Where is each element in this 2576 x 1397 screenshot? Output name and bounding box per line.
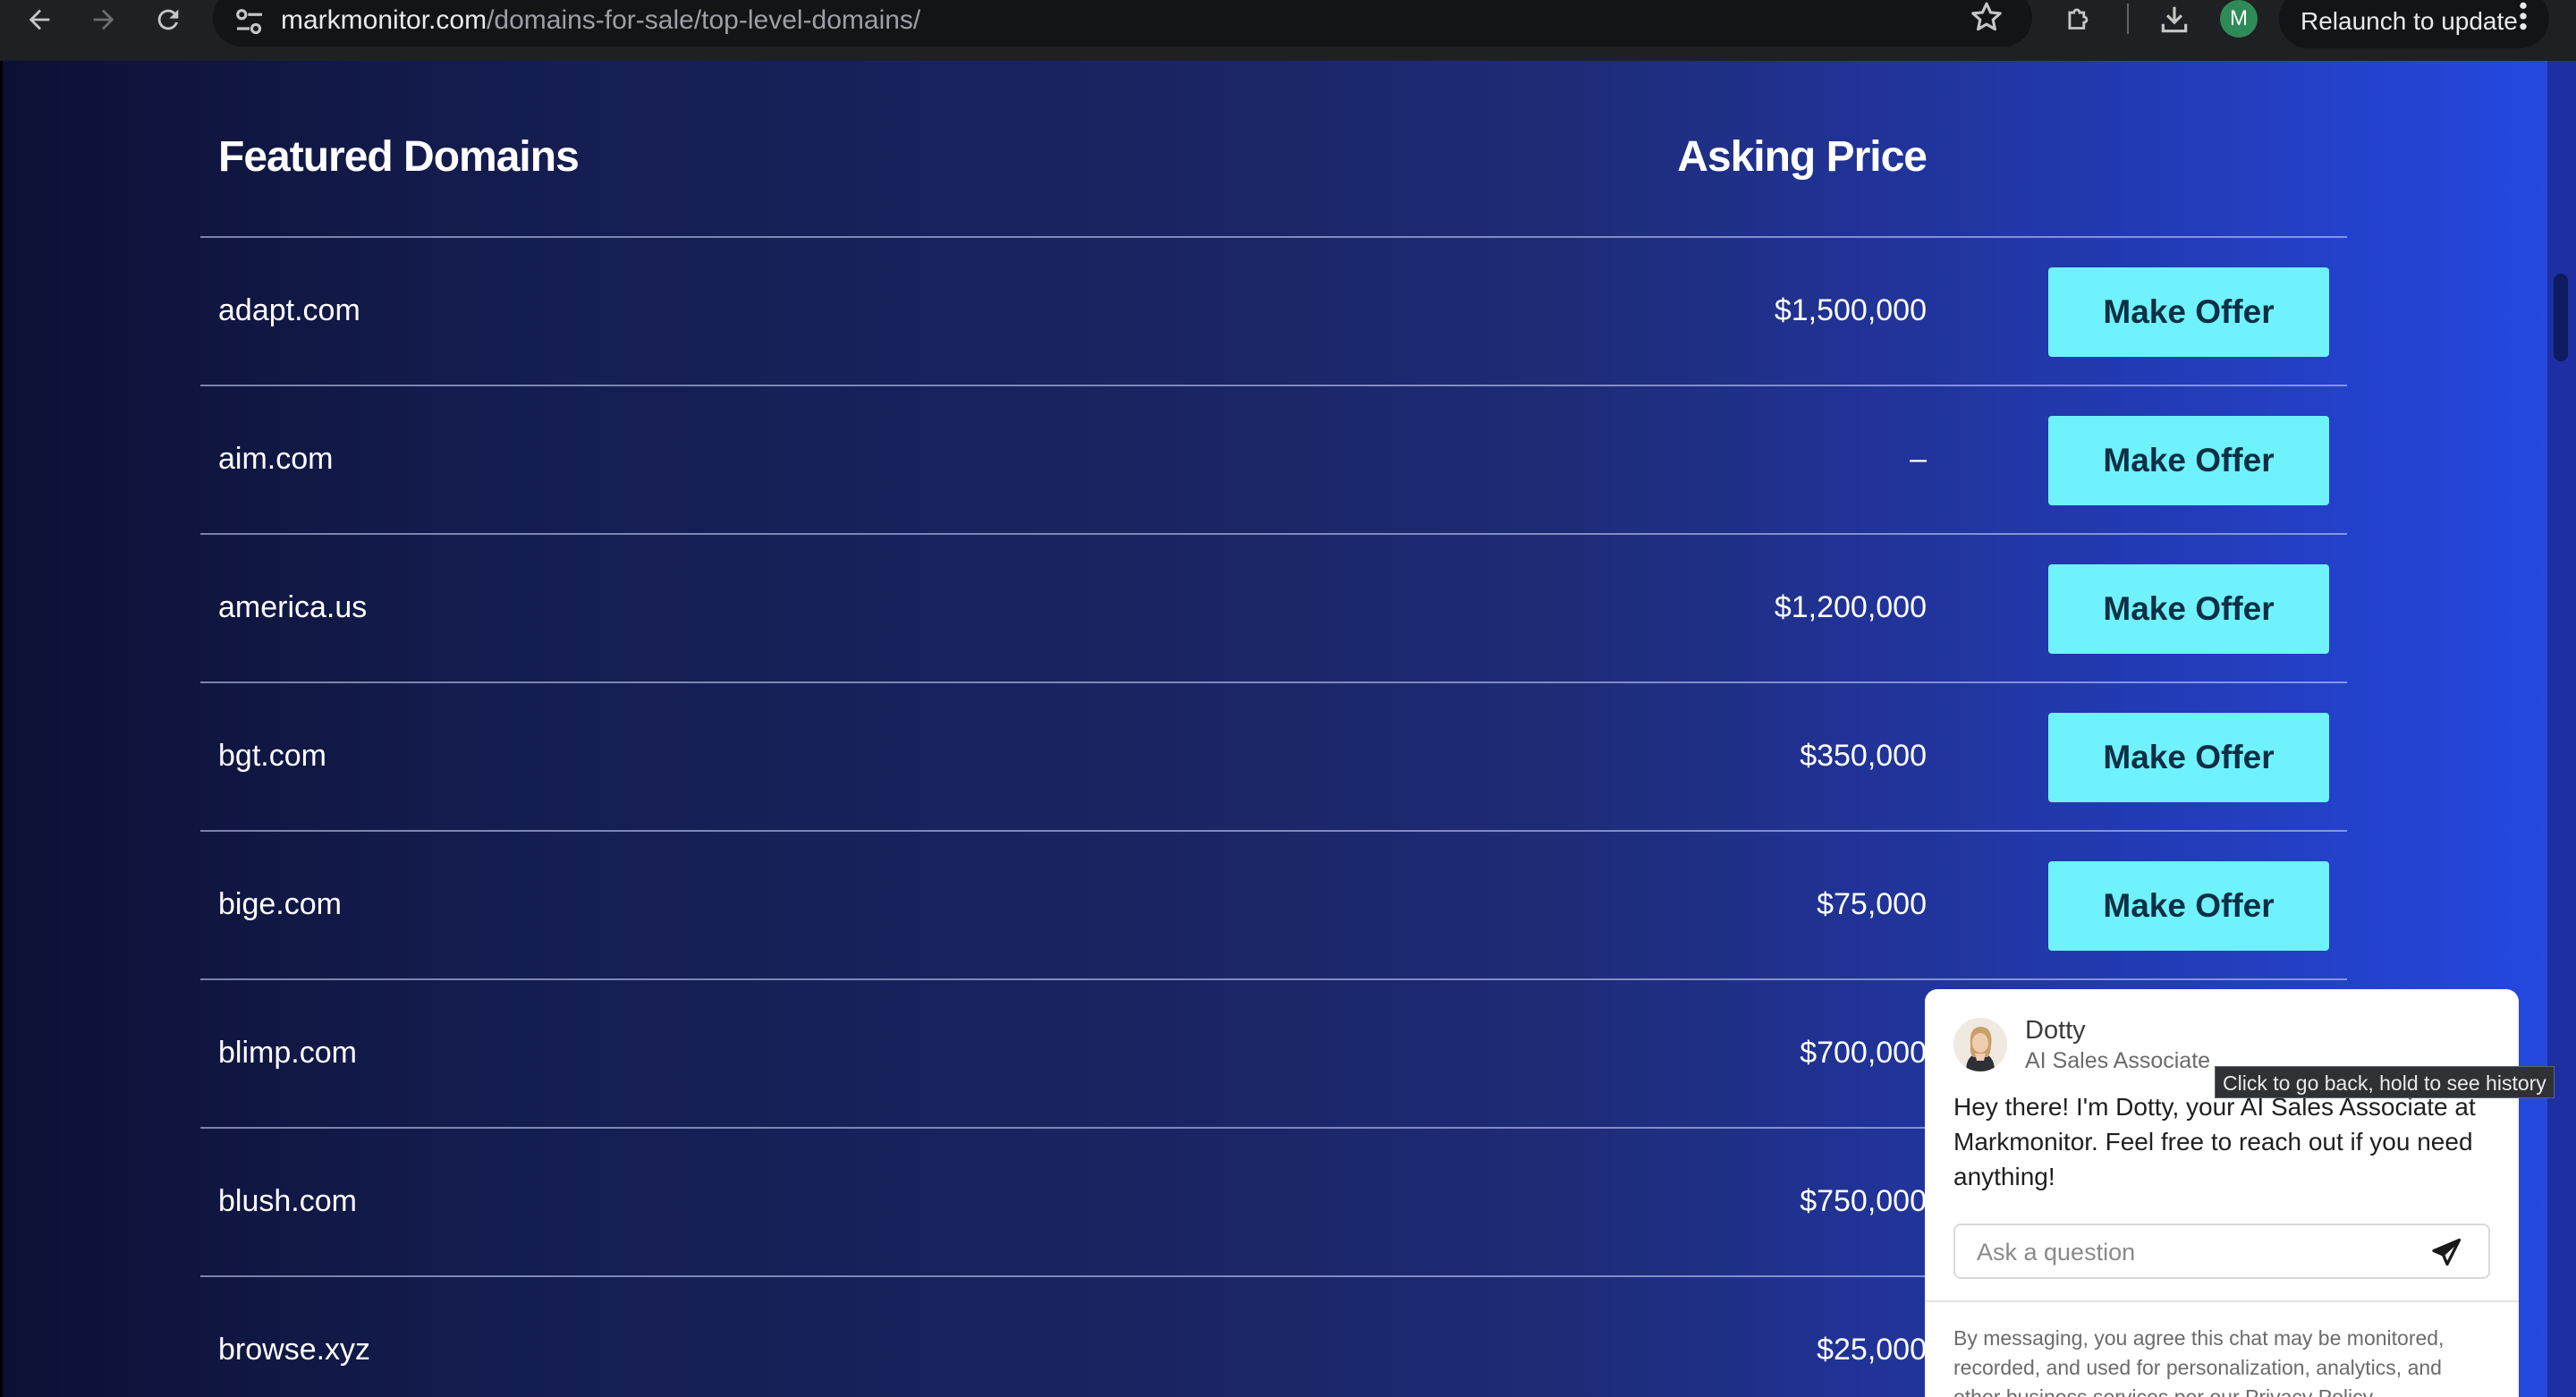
header-featured-domains: Featured Domains: [218, 133, 580, 181]
bookmark-star-icon[interactable]: [1968, 0, 2005, 36]
asking-price: $25,000: [1817, 1333, 1927, 1367]
asking-price: –: [1910, 442, 1927, 476]
chat-input[interactable]: [1977, 1236, 2406, 1268]
domain-name: adapt.com: [218, 293, 360, 327]
extensions-button[interactable]: [2059, 0, 2100, 39]
domain-name: blimp.com: [218, 1036, 357, 1070]
table-row: america.us $1,200,000 Make Offer: [200, 535, 2347, 683]
address-bar[interactable]: markmonitor.com/domains-for-sale/top-lev…: [213, 0, 2032, 47]
table-row: adapt.com $1,500,000 Make Offer: [200, 238, 2347, 386]
relaunch-label: Relaunch to update: [2301, 7, 2518, 35]
make-offer-button[interactable]: Make Offer: [2048, 267, 2329, 357]
url-text: markmonitor.com/domains-for-sale/top-lev…: [281, 7, 920, 34]
scrollbar-thumb[interactable]: [2554, 274, 2568, 361]
reload-icon: [157, 9, 179, 30]
domain-name: aim.com: [218, 442, 334, 476]
make-offer-button[interactable]: Make Offer: [2048, 713, 2329, 802]
chat-agent-role: AI Sales Associate: [2025, 1048, 2211, 1073]
downloads-button[interactable]: [2154, 0, 2195, 39]
site-settings-icon[interactable]: [231, 4, 268, 41]
forward-button[interactable]: [77, 0, 131, 39]
chat-widget: Dotty AI Sales Associate Hey there! I'm …: [1925, 989, 2519, 1397]
asking-price: $750,000: [1800, 1184, 1927, 1218]
browser-toolbar: markmonitor.com/domains-for-sale/top-lev…: [0, 0, 2576, 61]
domain-name: america.us: [218, 590, 368, 624]
back-button[interactable]: [13, 0, 66, 39]
arrow-left-icon: [29, 9, 50, 30]
more-vert-icon: [2520, 2, 2527, 30]
asking-price: $350,000: [1800, 739, 1927, 773]
domain-name: browse.xyz: [218, 1333, 371, 1367]
puzzle-icon: [2068, 8, 2089, 30]
chat-divider: [1925, 1300, 2519, 1302]
make-offer-button[interactable]: Make Offer: [2048, 861, 2329, 951]
domain-name: bgt.com: [218, 739, 326, 773]
chat-input-box[interactable]: [1953, 1223, 2490, 1279]
chat-agent-avatar: [1953, 1018, 2007, 1071]
domain-name: blush.com: [218, 1184, 357, 1218]
arrow-right-icon: [93, 9, 114, 30]
scrollbar[interactable]: [2547, 61, 2576, 1397]
page-edge: [0, 61, 3, 1397]
chat-message: Hey there! I'm Dotty, your AI Sales Asso…: [1953, 1093, 2476, 1190]
asking-price: $75,000: [1817, 887, 1927, 921]
back-button-tooltip: Click to go back, hold to see history: [2215, 1066, 2555, 1098]
table-row: bige.com $75,000 Make Offer: [200, 832, 2347, 980]
toolbar-separator: [2127, 4, 2129, 34]
reload-button[interactable]: [141, 0, 195, 39]
chat-disclaimer: By messaging, you agree this chat may be…: [1953, 1326, 2445, 1397]
asking-price: $1,200,000: [1774, 590, 1927, 624]
download-icon: [2161, 6, 2188, 33]
agent-portrait-icon: [1953, 1018, 2007, 1071]
asking-price: $700,000: [1800, 1036, 1927, 1070]
send-icon[interactable]: [2429, 1236, 2465, 1268]
make-offer-button[interactable]: Make Offer: [2048, 564, 2329, 654]
url-path: /domains-for-sale/top-level-domains/: [487, 5, 921, 35]
table-row: aim.com – Make Offer: [200, 386, 2347, 535]
profile-avatar[interactable]: M: [2220, 0, 2258, 38]
asking-price: $1,500,000: [1774, 293, 1927, 327]
url-host: markmonitor.com: [281, 5, 487, 35]
table-row: bgt.com $350,000 Make Offer: [200, 683, 2347, 832]
make-offer-button[interactable]: Make Offer: [2048, 416, 2329, 505]
domain-name: bige.com: [218, 887, 342, 921]
relaunch-button[interactable]: Relaunch to update: [2279, 0, 2549, 48]
chat-agent-name: Dotty: [2025, 1016, 2086, 1045]
header-asking-price: Asking Price: [1677, 133, 1928, 181]
